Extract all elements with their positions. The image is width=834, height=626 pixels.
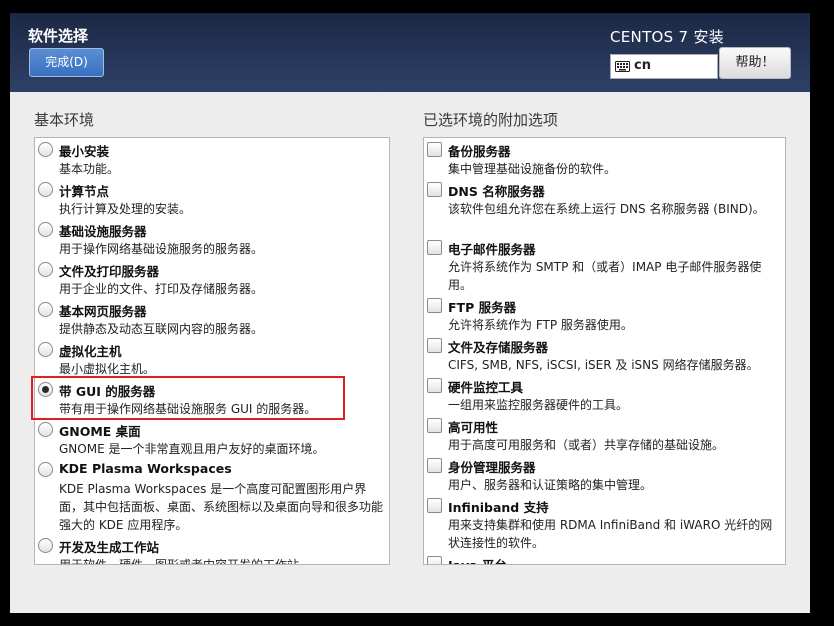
environment-description: GNOME 是一个非常直观且用户友好的桌面环境。 [59, 442, 325, 456]
addon-name: 备份服务器 [448, 144, 511, 159]
radio-button[interactable] [38, 538, 53, 553]
addon-description: 一组用来监控服务器硬件的工具。 [448, 398, 629, 412]
addon-description: 用户、服务器和认证策略的集中管理。 [448, 478, 653, 492]
addon-description: 用来支持集群和使用 RDMA InfiniBand 和 iWARO 光纤的网状连… [448, 518, 773, 550]
radio-button[interactable] [38, 222, 53, 237]
environment-name: KDE Plasma Workspaces [59, 461, 232, 476]
addon-description: 用于高度可用服务和（或者）共享存储的基础设施。 [448, 438, 725, 452]
keyboard-icon [615, 61, 630, 72]
radio-button[interactable] [38, 262, 53, 277]
addon-description: CIFS, SMB, NFS, iSCSI, iSER 及 iSNS 网络存储服… [448, 358, 759, 372]
addons-title: 已选环境的附加选项 [423, 111, 559, 129]
environment-description: 最小虚拟化主机。 [59, 362, 156, 376]
base-environment-title: 基本环境 [34, 111, 95, 129]
environment-description: 基本功能。 [59, 162, 120, 176]
checkbox[interactable] [427, 240, 442, 255]
product-title: CENTOS 7 安装 [610, 28, 725, 46]
environment-name: 最小安装 [59, 144, 110, 159]
environment-description: 执行计算及处理的安装。 [59, 202, 192, 216]
checkbox[interactable] [427, 298, 442, 313]
addon-name: Java 平台 [448, 555, 507, 564]
done-button[interactable]: 完成(D) [29, 48, 104, 77]
checkbox[interactable] [427, 458, 442, 473]
environment-name: GNOME 桌面 [59, 424, 141, 439]
checkbox[interactable] [427, 142, 442, 157]
addon-description: 允许将系统作为 FTP 服务器使用。 [448, 318, 633, 332]
addon-name: 高可用性 [448, 420, 499, 435]
environment-name: 带 GUI 的服务器 [59, 384, 156, 399]
addon-name: 身份管理服务器 [448, 460, 536, 475]
radio-button[interactable] [38, 182, 53, 197]
addon-description: 允许将系统作为 SMTP 和（或者）IMAP 电子邮件服务器使用。 [448, 260, 762, 292]
addon-name: FTP 服务器 [448, 300, 517, 315]
addon-name: 电子邮件服务器 [448, 242, 536, 257]
environment-name: 基本网页服务器 [59, 304, 147, 319]
radio-button[interactable] [38, 302, 53, 317]
environment-description: 用于软件、硬件、图形或者内容开发的工作站。 [59, 558, 312, 565]
checkbox[interactable] [427, 556, 442, 564]
radio-button[interactable] [38, 462, 53, 477]
environment-description: 带有用于操作网络基础设施服务 GUI 的服务器。 [59, 402, 317, 416]
checkbox[interactable] [427, 498, 442, 513]
checkbox[interactable] [427, 338, 442, 353]
checkbox[interactable] [427, 182, 442, 197]
environment-name: 开发及生成工作站 [59, 540, 160, 555]
keyboard-layout-indicator[interactable]: cn [610, 54, 718, 79]
page-title: 软件选择 [28, 27, 89, 45]
help-button[interactable]: 帮助！ [719, 47, 791, 79]
radio-button[interactable] [38, 422, 53, 437]
addon-name: Infiniband 支持 [448, 500, 549, 515]
environment-description: 提供静态及动态互联网内容的服务器。 [59, 322, 264, 336]
environment-name: 基础设施服务器 [59, 224, 147, 239]
software-selection-window: 软件选择 完成(D) CENTOS 7 安装 cn 帮助！ 基本环境 已选环境的… [10, 13, 810, 613]
base-environment-list[interactable]: 最小安装 基本功能。 计算节点 执行计算及处理的安装。 基础设施服务器 用于操作… [34, 137, 390, 565]
environment-description: KDE Plasma Workspaces 是一个高度可配置图形用户界面，其中包… [59, 482, 384, 532]
addon-name: 硬件监控工具 [448, 380, 524, 395]
checkbox[interactable] [427, 378, 442, 393]
environment-description: 用于企业的文件、打印及存储服务器。 [59, 282, 264, 296]
addon-description: 集中管理基础设施备份的软件。 [448, 162, 617, 176]
addon-name: 文件及存储服务器 [448, 340, 549, 355]
keyboard-layout-label: cn [634, 58, 651, 73]
radio-button-selected[interactable] [38, 382, 53, 397]
checkbox[interactable] [427, 418, 442, 433]
environment-name: 文件及打印服务器 [59, 264, 160, 279]
environment-name: 虚拟化主机 [59, 344, 122, 359]
addon-description: 该软件包组允许您在系统上运行 DNS 名称服务器 (BIND)。 [448, 202, 765, 216]
addons-list[interactable]: 备份服务器 集中管理基础设施备份的软件。 DNS 名称服务器 该软件包组允许您在… [423, 137, 786, 565]
environment-description: 用于操作网络基础设施服务的服务器。 [59, 242, 264, 256]
environment-name: 计算节点 [59, 184, 110, 199]
radio-button[interactable] [38, 142, 53, 157]
header-bar: 软件选择 完成(D) CENTOS 7 安装 cn 帮助！ [10, 13, 810, 92]
addon-name: DNS 名称服务器 [448, 184, 545, 199]
radio-button[interactable] [38, 342, 53, 357]
